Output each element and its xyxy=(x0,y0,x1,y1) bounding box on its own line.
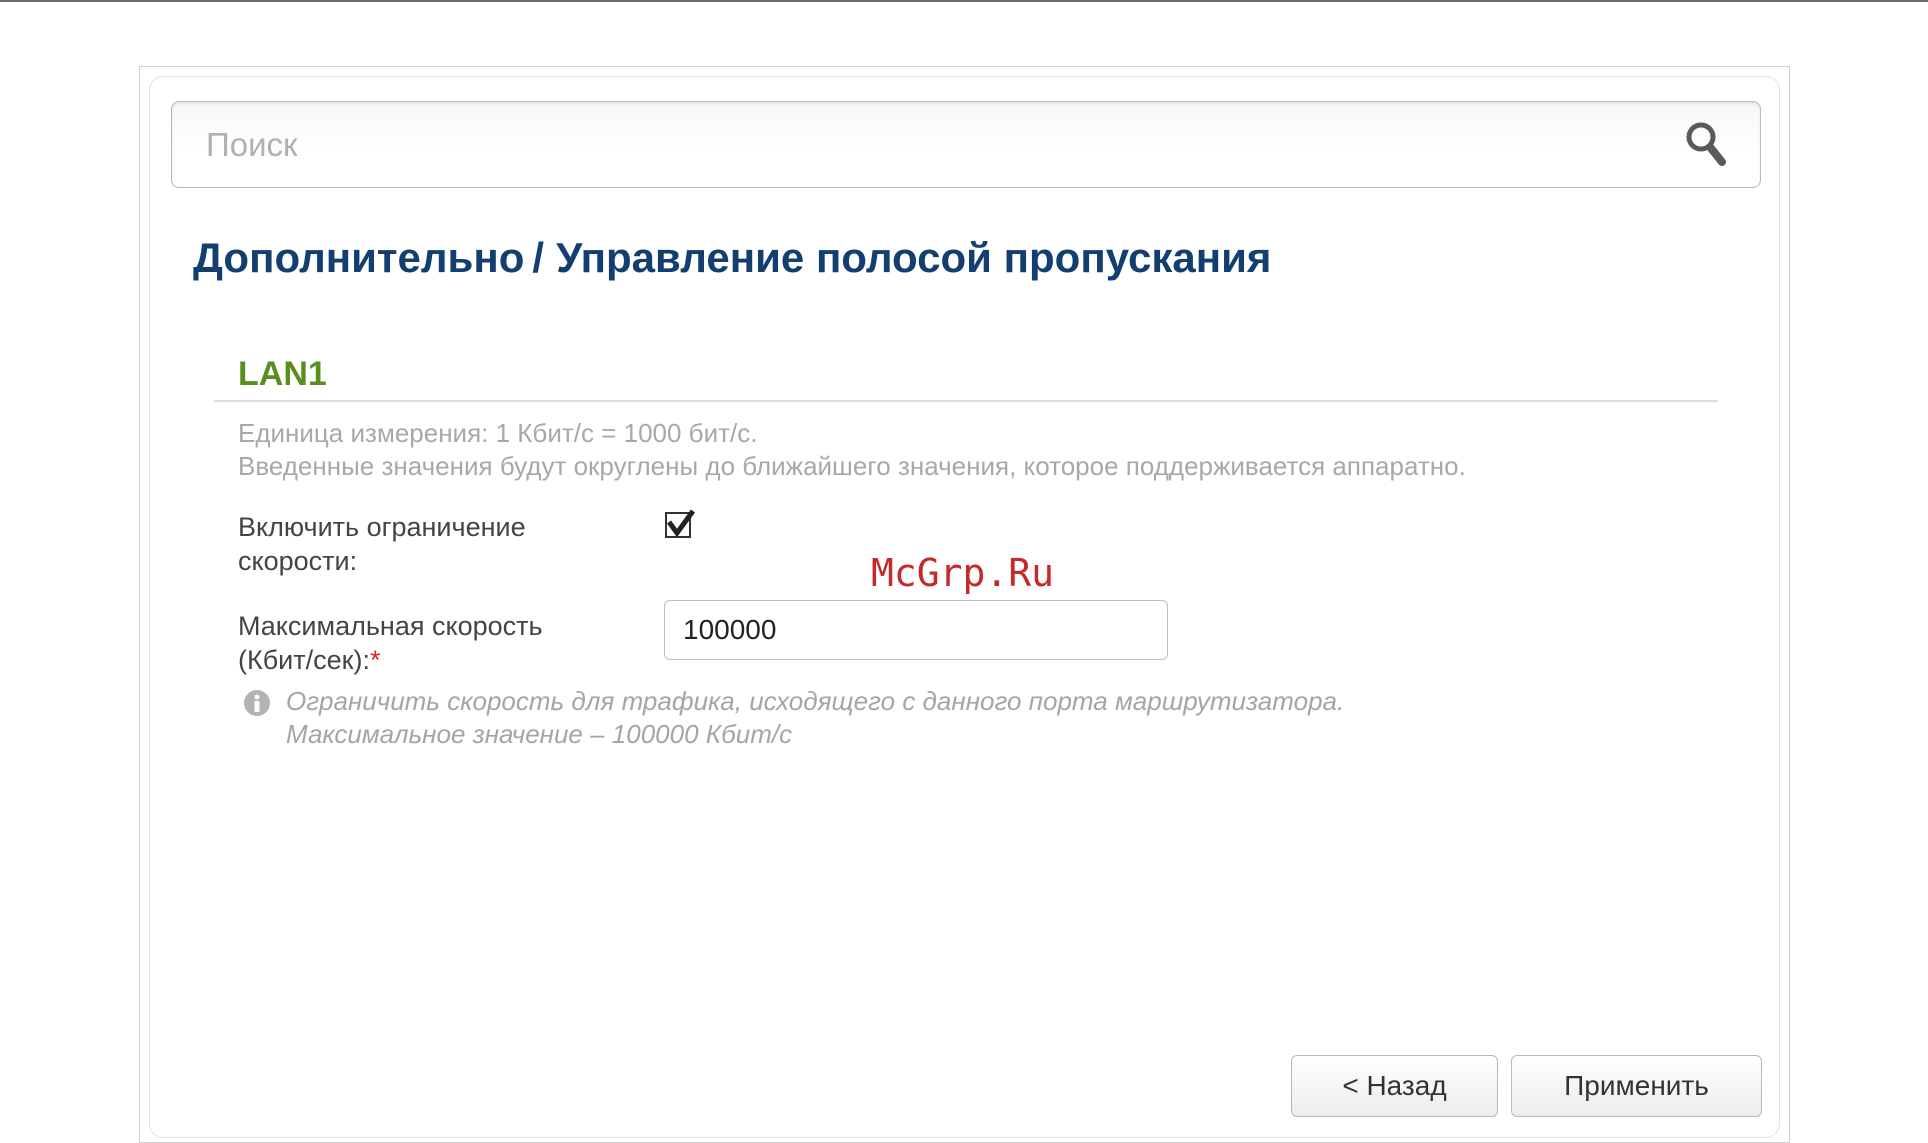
max-speed-input[interactable] xyxy=(664,600,1168,660)
hint-line2: Максимальное значение – 100000 Кбит/с xyxy=(286,719,793,749)
required-mark: * xyxy=(369,645,381,675)
max-speed-label: Максимальная скорость (Кбит/сек):* xyxy=(238,609,543,677)
breadcrumb-parent: Дополнительно xyxy=(193,234,525,281)
info-icon xyxy=(243,689,271,717)
enable-limit-label: Включить ограничение скорости: xyxy=(238,510,526,578)
breadcrumb-current: Управление полосой пропускания xyxy=(556,234,1272,281)
search-icon[interactable] xyxy=(1684,120,1728,168)
watermark-text: McGrp.Ru xyxy=(871,551,1055,595)
unit-note: Единица измерения: 1 Кбит/c = 1000 бит/с… xyxy=(238,418,758,448)
apply-button[interactable]: Применить xyxy=(1511,1055,1762,1117)
enable-limit-checkbox[interactable] xyxy=(665,509,696,538)
search-input[interactable] xyxy=(206,102,1666,187)
breadcrumb-separator: / xyxy=(532,234,545,281)
rounding-note: Введенные значения будут округлены до бл… xyxy=(238,451,1466,481)
top-divider xyxy=(0,0,1928,2)
enable-limit-label-line2: скорости: xyxy=(238,546,358,576)
max-speed-label-line1: Максимальная скорость xyxy=(238,611,543,641)
section-divider xyxy=(214,400,1718,402)
section-title: LAN1 xyxy=(238,355,327,393)
enable-limit-label-line1: Включить ограничение xyxy=(238,512,526,542)
checkmark-icon xyxy=(666,509,696,538)
max-speed-label-line2: (Кбит/сек): xyxy=(238,645,370,675)
search-bar xyxy=(171,101,1761,188)
hint-line1: Ограничить скорость для трафика, исходящ… xyxy=(286,686,1345,716)
back-button[interactable]: < Назад xyxy=(1291,1055,1498,1117)
page-title: Дополнительно / Управление полосой пропуск… xyxy=(193,234,1271,282)
